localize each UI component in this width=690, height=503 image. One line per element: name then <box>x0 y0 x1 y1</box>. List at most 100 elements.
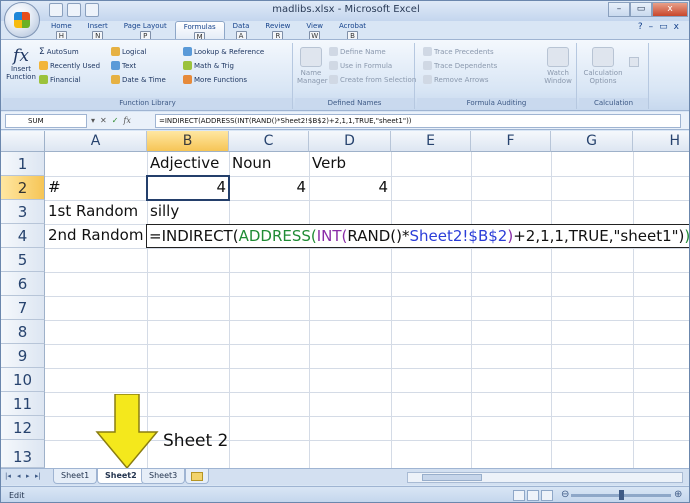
insert-function-button[interactable]: 𝑓x Insert Function <box>5 47 37 81</box>
tab-formulas[interactable]: Formulas M <box>174 21 225 41</box>
row-header-7[interactable]: 7 <box>1 296 45 320</box>
row-header-3[interactable]: 3 <box>1 200 45 224</box>
sheet-tab-sheet2[interactable]: Sheet2 <box>97 469 145 484</box>
tab-label: Insert <box>87 22 108 30</box>
page-break-view-icon[interactable] <box>541 490 553 501</box>
column-header-c[interactable]: C <box>229 131 309 152</box>
zoom-in-icon[interactable]: ⊕ <box>674 489 682 500</box>
column-header-a[interactable]: A <box>45 131 147 152</box>
next-sheet-icon[interactable]: ▸ <box>26 472 30 480</box>
cancel-icon[interactable]: ✕ <box>100 114 107 128</box>
column-header-d[interactable]: D <box>309 131 391 152</box>
cell-b3[interactable]: silly <box>147 202 182 220</box>
row-header-12[interactable]: 12 <box>1 416 45 440</box>
row-header-13[interactable]: 13 <box>1 440 45 468</box>
logical-button[interactable]: Logical <box>111 47 147 56</box>
column-header-b[interactable]: B <box>147 131 229 152</box>
row-header-9[interactable]: 9 <box>1 344 45 368</box>
column-header-h[interactable]: H <box>633 131 689 152</box>
create-from-selection-button[interactable]: Create from Selection <box>329 75 416 84</box>
formula-input[interactable]: =INDIRECT(ADDRESS(INT(RAND()*Sheet2!$B$2… <box>155 114 681 128</box>
calculate-now-icon[interactable] <box>629 57 639 67</box>
calculation-options-button[interactable]: Calculation Options <box>583 47 623 85</box>
tab-view[interactable]: View W <box>298 21 331 40</box>
lookup-reference-button[interactable]: Lookup & Reference <box>183 47 264 56</box>
cell-d2[interactable]: 4 <box>309 178 391 196</box>
trace-dependents-button[interactable]: Trace Dependents <box>423 61 497 70</box>
close-button[interactable]: x <box>652 2 688 17</box>
cell-b4-in-cell-editor[interactable]: =INDIRECT(ADDRESS(INT(RAND()*Sheet2!$B$2… <box>146 224 689 248</box>
office-button[interactable] <box>4 2 40 38</box>
horizontal-scrollbar[interactable] <box>407 472 683 483</box>
select-all-corner[interactable] <box>1 131 45 152</box>
zoom-out-icon[interactable]: ⊖ <box>561 489 569 500</box>
tab-data[interactable]: Data A <box>225 21 258 40</box>
define-name-button[interactable]: Define Name <box>329 47 386 56</box>
cell-a3[interactable]: 1st Random <box>45 202 141 220</box>
cell-b1[interactable]: Adjective <box>147 154 222 172</box>
minimize-button[interactable]: – <box>608 2 630 17</box>
define-name-icon <box>329 47 338 56</box>
help-icon[interactable]: ? <box>638 22 643 32</box>
more-functions-button[interactable]: More Functions <box>183 75 247 84</box>
recently-used-button[interactable]: Recently Used <box>39 61 100 70</box>
column-header-g[interactable]: G <box>551 131 633 152</box>
ribbon-close-button[interactable]: x <box>674 22 679 32</box>
row-header-8[interactable]: 8 <box>1 320 45 344</box>
column-header-e[interactable]: E <box>391 131 471 152</box>
financial-button[interactable]: Financial <box>39 75 81 84</box>
last-sheet-icon[interactable]: ▸| <box>35 472 41 480</box>
column-header-f[interactable]: F <box>471 131 551 152</box>
cell-d1[interactable]: Verb <box>309 154 349 172</box>
scroll-thumb[interactable] <box>422 474 482 481</box>
cell-a2[interactable]: # <box>45 178 64 196</box>
cell-a4[interactable]: 2nd Random <box>45 226 146 244</box>
tab-label: Acrobat <box>339 22 366 30</box>
zoom-slider-knob[interactable] <box>619 490 624 500</box>
dropdown-icon[interactable]: ▾ <box>91 114 95 128</box>
insert-sheet-tab[interactable] <box>185 469 209 484</box>
sheet-tab-sheet1[interactable]: Sheet1 <box>53 469 98 484</box>
sheet-tab-sheet3[interactable]: Sheet3 <box>141 469 186 484</box>
row-header-6[interactable]: 6 <box>1 272 45 296</box>
math-trig-button[interactable]: Math & Trig <box>183 61 234 70</box>
arrow-right-icon <box>423 61 432 70</box>
use-in-formula-button[interactable]: Use in Formula <box>329 61 392 70</box>
cell-c2[interactable]: 4 <box>229 178 309 196</box>
maximize-button[interactable]: ▭ <box>630 2 652 17</box>
trace-precedents-button[interactable]: Trace Precedents <box>423 47 494 56</box>
gridline <box>45 368 689 369</box>
tab-insert[interactable]: Insert N <box>80 21 116 40</box>
cell-c1[interactable]: Noun <box>229 154 274 172</box>
zoom-slider[interactable] <box>571 490 671 500</box>
page-layout-view-icon[interactable] <box>527 490 539 501</box>
row-header-10[interactable]: 10 <box>1 368 45 392</box>
tab-review[interactable]: Review R <box>257 21 298 40</box>
tab-page-layout[interactable]: Page Layout P <box>116 21 175 40</box>
prev-sheet-icon[interactable]: ◂ <box>17 472 21 480</box>
eraser-icon <box>423 75 432 84</box>
date-time-button[interactable]: Date & Time <box>111 75 166 84</box>
name-manager-button[interactable]: Name Manager <box>297 47 328 85</box>
normal-view-icon[interactable] <box>513 490 525 501</box>
row-header-2[interactable]: 2 <box>1 176 45 200</box>
ribbon-minimize-button[interactable]: – <box>649 22 654 32</box>
tab-acrobat[interactable]: Acrobat B <box>331 21 374 40</box>
tab-label: Page Layout <box>123 22 167 30</box>
ribbon-restore-button[interactable]: ▭ <box>659 22 668 32</box>
row-header-1[interactable]: 1 <box>1 152 45 176</box>
excel-window: madlibs.xlsx - Microsoft Excel – ▭ x Hom… <box>0 0 690 503</box>
tab-label: Review <box>265 22 291 30</box>
enter-icon[interactable]: ✓ <box>112 114 119 128</box>
name-box[interactable]: SUM <box>5 114 87 128</box>
remove-arrows-button[interactable]: Remove Arrows <box>423 75 489 84</box>
row-header-11[interactable]: 11 <box>1 392 45 416</box>
watch-window-button[interactable]: Watch Window <box>543 47 573 85</box>
autosum-button[interactable]: Σ AutoSum <box>39 47 79 57</box>
first-sheet-icon[interactable]: |◂ <box>5 472 11 480</box>
tab-home[interactable]: Home H <box>43 21 80 40</box>
insert-fx-icon[interactable]: fx <box>123 114 130 128</box>
text-button[interactable]: Text <box>111 61 136 70</box>
row-header-5[interactable]: 5 <box>1 248 45 272</box>
row-header-4[interactable]: 4 <box>1 224 45 248</box>
